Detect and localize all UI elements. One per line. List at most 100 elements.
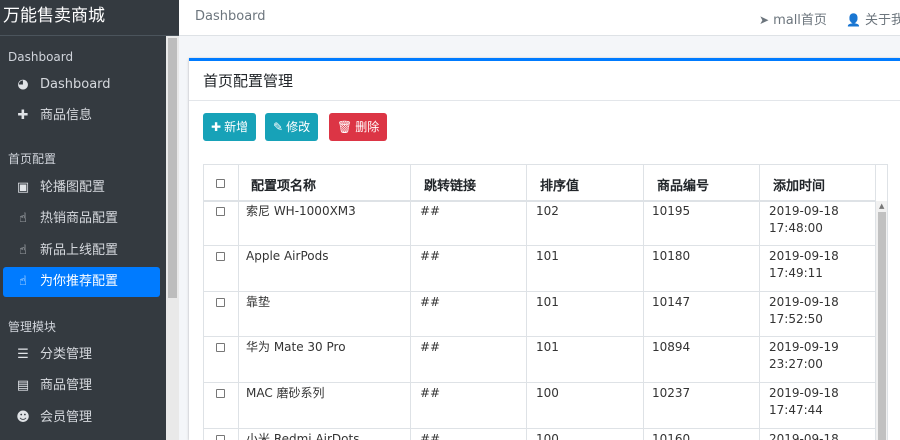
- list-icon: ☰: [17, 347, 29, 362]
- table-scrollbar[interactable]: ▲: [876, 201, 887, 440]
- sidebar-scrollbar[interactable]: [166, 36, 179, 440]
- config-table: 配置项名称 跳转链接 排序值 商品编号 添加时间 索尼 WH-1000XM3 #…: [203, 164, 888, 440]
- table-scrollbar-thumb[interactable]: [878, 212, 886, 440]
- row-checkbox[interactable]: [216, 389, 225, 398]
- sidebar-item-goods-management[interactable]: ▤ 商品管理: [3, 371, 160, 401]
- sidebar-scrollbar-thumb[interactable]: [168, 38, 177, 298]
- hand-pointer-icon: ☝: [19, 274, 27, 289]
- breadcrumb[interactable]: Dashboard: [195, 9, 266, 24]
- add-button-label: 新增: [224, 120, 249, 134]
- col-divider: [410, 165, 411, 440]
- cell-link: ##: [420, 340, 441, 354]
- cell-name: 华为 Mate 30 Pro: [246, 340, 346, 354]
- cell-link: ##: [420, 386, 441, 400]
- cell-rank: 101: [536, 295, 559, 309]
- header-divider: [204, 200, 876, 202]
- mall-home-label: mall首页: [773, 13, 827, 28]
- cell-goods-id: 10180: [652, 249, 691, 263]
- row-divider: [204, 428, 876, 429]
- plus-icon: ✚: [17, 108, 29, 123]
- column-header-link[interactable]: 跳转链接: [424, 175, 476, 194]
- mall-home-link[interactable]: ➤ mall首页: [759, 9, 827, 28]
- column-header-name[interactable]: 配置项名称: [251, 175, 316, 194]
- sidebar-item-carousel-config[interactable]: ▣ 轮播图配置: [3, 173, 160, 203]
- sidebar: 万能售卖商城 Dashboard ◕ Dashboard ✚ 商品信息 首页配置 ▣…: [0, 0, 179, 440]
- sidebar-item-dashboard[interactable]: ◕ Dashboard: [3, 70, 160, 100]
- sidebar-item-category-management[interactable]: ☰ 分类管理: [3, 340, 160, 370]
- cell-date: 2019-09-18: [769, 386, 839, 400]
- edit-button-label: 修改: [286, 120, 311, 134]
- sidebar-item-hot-goods-config[interactable]: ☝ 热销商品配置: [3, 204, 160, 234]
- column-header-rank[interactable]: 排序值: [540, 175, 579, 194]
- sidebar-item-new-goods-config[interactable]: ☝ 新品上线配置: [3, 236, 160, 266]
- edit-icon: ✎: [273, 120, 284, 134]
- column-header-goods-id[interactable]: 商品编号: [657, 175, 709, 194]
- cell-name: 索尼 WH-1000XM3: [246, 204, 356, 218]
- row-divider: [204, 382, 876, 383]
- cell-date: 2019-09-18: [769, 295, 839, 309]
- sidebar-item-label: 分类管理: [40, 347, 93, 362]
- card-divider: [189, 100, 900, 101]
- cell-goods-id: 10147: [652, 295, 691, 309]
- cell-name: 靠垫: [246, 295, 271, 309]
- row-checkbox[interactable]: [216, 207, 225, 216]
- sidebar-item-member-management[interactable]: ☻ 会员管理: [3, 403, 160, 433]
- user-icon: 👤: [846, 13, 861, 27]
- sidebar-item-label: 商品管理: [40, 378, 93, 393]
- row-checkbox[interactable]: [216, 298, 225, 307]
- archive-icon: ▤: [16, 378, 30, 393]
- sidebar-item-goods-info[interactable]: ✚ 商品信息: [3, 101, 160, 131]
- nav-header-management: 管理模块: [8, 320, 57, 334]
- about-me-link[interactable]: 👤 关于我: [846, 9, 900, 28]
- cell-goods-id: 10195: [652, 204, 691, 218]
- sidebar-item-label: Dashboard: [40, 77, 111, 92]
- col-divider: [238, 165, 239, 440]
- cell-date: 2019-09-18: [769, 432, 839, 440]
- cell-time: 23:27:00: [769, 357, 823, 371]
- cell-date: 2019-09-18: [769, 249, 839, 263]
- sidebar-item-recommend-config[interactable]: ☝ 为你推荐配置: [3, 267, 160, 297]
- trash-icon: 🗑: [337, 120, 353, 134]
- users-icon: ☻: [16, 410, 30, 425]
- sidebar-item-label: 热销商品配置: [40, 211, 119, 226]
- delete-button[interactable]: 🗑 删除: [329, 113, 388, 141]
- row-checkbox[interactable]: [216, 252, 225, 261]
- cell-link: ##: [420, 295, 441, 309]
- cell-name: MAC 磨砂系列: [246, 386, 325, 400]
- column-header-time[interactable]: 添加时间: [773, 175, 825, 194]
- sidebar-item-label: 轮播图配置: [40, 180, 106, 195]
- cell-time: 17:49:11: [769, 266, 823, 280]
- cell-rank: 100: [536, 432, 559, 440]
- cell-rank: 101: [536, 249, 559, 263]
- add-button[interactable]: ✚ 新增: [203, 113, 257, 141]
- col-divider: [526, 165, 527, 440]
- about-me-label: 关于我: [864, 13, 900, 28]
- sidebar-item-label: 为你推荐配置: [40, 274, 119, 289]
- brand-title[interactable]: 万能售卖商城: [0, 0, 179, 36]
- row-divider: [204, 245, 876, 246]
- cell-rank: 101: [536, 340, 559, 354]
- edit-button[interactable]: ✎ 修改: [265, 113, 319, 141]
- hand-pointer-icon: ☝: [19, 243, 27, 258]
- hand-pointer-icon: ☝: [19, 211, 27, 226]
- cell-date: 2019-09-18: [769, 204, 839, 218]
- dashboard-icon: ◕: [17, 77, 29, 92]
- row-checkbox[interactable]: [216, 343, 225, 352]
- row-divider: [204, 291, 876, 292]
- col-divider: [759, 165, 760, 440]
- sidebar-item-label: 新品上线配置: [40, 243, 119, 258]
- sidebar-item-label: 商品信息: [40, 108, 93, 123]
- cell-time: 17:47:44: [769, 403, 823, 417]
- sidebar-item-label: 会员管理: [40, 410, 93, 425]
- cell-date: 2019-09-19: [769, 340, 839, 354]
- cell-name: 小米 Redmi AirDots: [246, 432, 360, 440]
- select-all-checkbox[interactable]: [216, 179, 225, 188]
- row-checkbox[interactable]: [216, 435, 225, 440]
- cell-name: Apple AirPods: [246, 249, 329, 263]
- delete-button-label: 删除: [355, 120, 380, 134]
- cell-rank: 100: [536, 386, 559, 400]
- cell-goods-id: 10160: [652, 432, 691, 440]
- scroll-up-arrow-icon[interactable]: ▲: [879, 202, 884, 210]
- cell-goods-id: 10237: [652, 386, 691, 400]
- cell-rank: 102: [536, 204, 559, 218]
